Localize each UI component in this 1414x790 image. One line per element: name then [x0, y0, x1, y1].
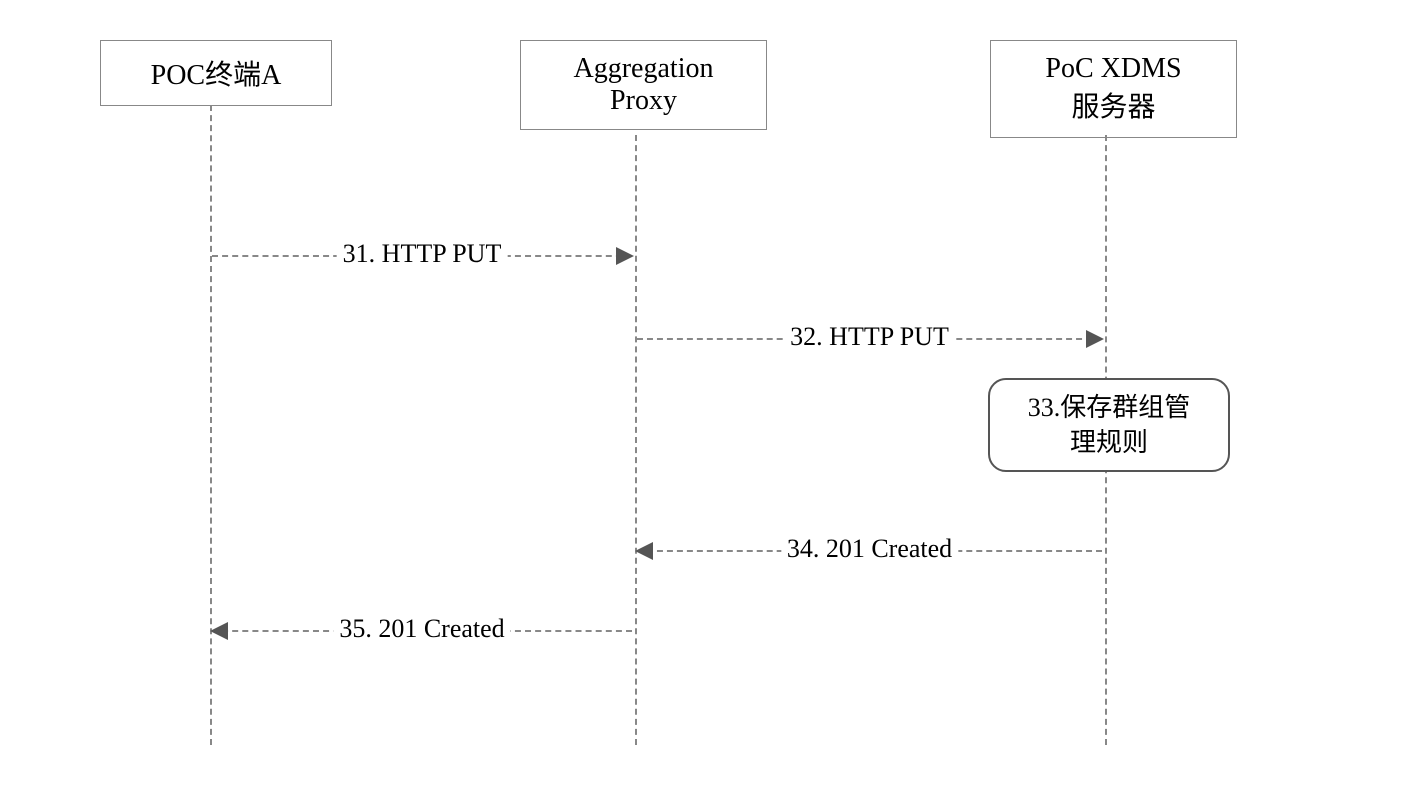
participant-aggregation-proxy: Aggregation Proxy: [520, 40, 767, 130]
message-label: 34. 201 Created: [781, 534, 958, 564]
message-label: 32. HTTP PUT: [784, 322, 955, 352]
message-31: 31. HTTP PUT: [212, 255, 632, 257]
message-label: 31. HTTP PUT: [337, 239, 508, 269]
participant-label: POC终端A: [151, 60, 282, 91]
message-label: 35. 201 Created: [333, 614, 510, 644]
lifeline-b: [635, 135, 637, 745]
participant-poc-terminal-a: POC终端A: [100, 40, 332, 106]
message-35: 35. 201 Created: [212, 630, 632, 632]
note-text: 33.保存群组管 理规则: [1028, 393, 1191, 457]
message-32: 32. HTTP PUT: [637, 338, 1102, 340]
participant-poc-xdms-server: PoC XDMS 服务器: [990, 40, 1237, 138]
sequence-diagram: POC终端A Aggregation Proxy PoC XDMS 服务器 31…: [30, 30, 1380, 760]
participant-label: PoC XDMS 服务器: [1045, 53, 1181, 123]
message-34: 34. 201 Created: [637, 550, 1102, 552]
participant-label: Aggregation Proxy: [574, 53, 714, 116]
lifeline-a: [210, 105, 212, 745]
note-save-group-rules: 33.保存群组管 理规则: [988, 378, 1230, 472]
